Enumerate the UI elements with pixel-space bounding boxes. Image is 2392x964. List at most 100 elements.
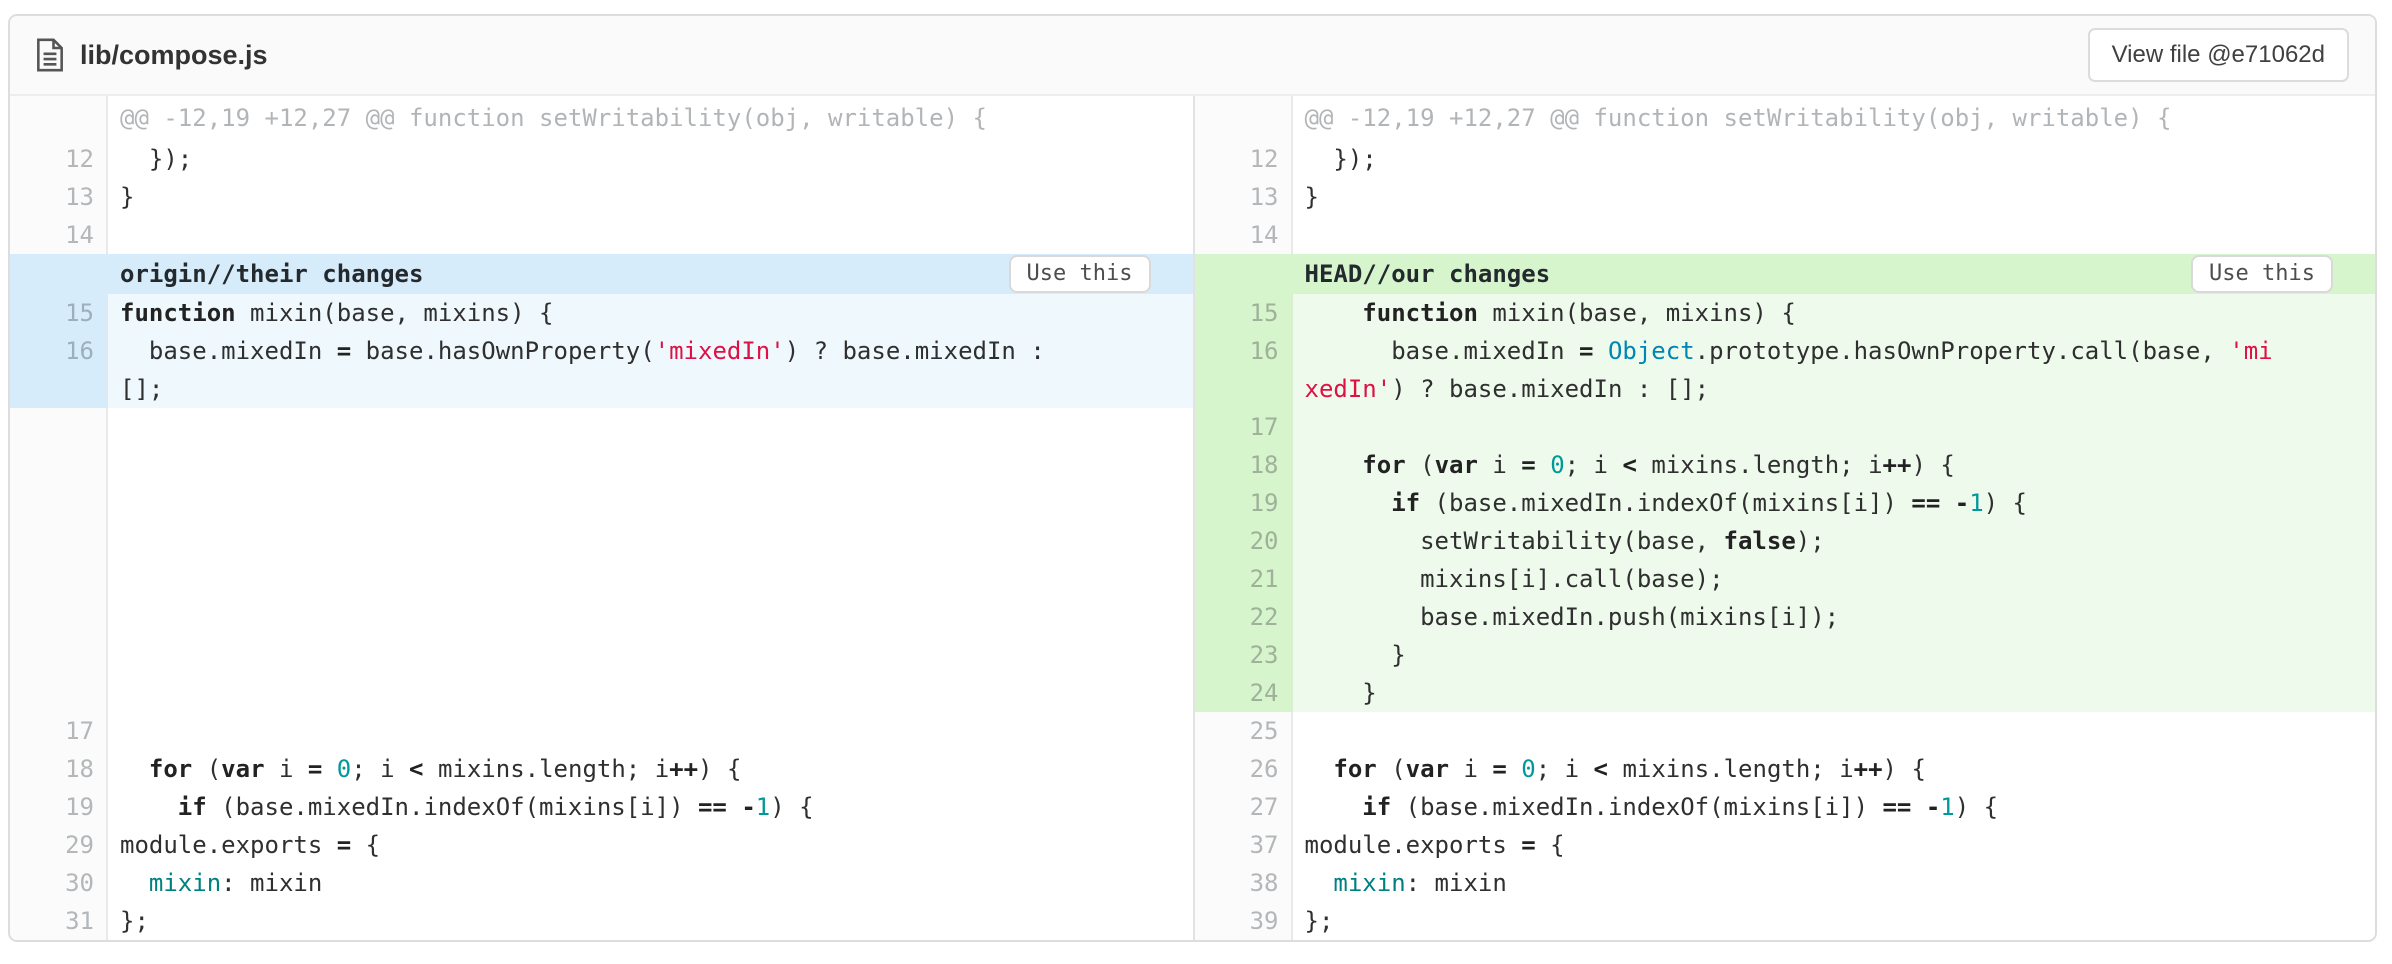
line-code: mixin: mixin xyxy=(108,864,1193,902)
diff-line-row: 29module.exports = { xyxy=(10,826,1193,864)
diff-line-row: 20 setWritability(base, false); xyxy=(1195,522,2376,560)
conflict-header-ours: HEAD//our changes Use this xyxy=(1195,254,2376,294)
file-diff-card: lib/compose.js View file @e71062d @@ -12… xyxy=(8,14,2377,942)
hunk-header-text: @@ -12,19 +12,27 @@ function setWritabil… xyxy=(1293,96,2376,140)
diff-line-row: 18 for (var i = 0; i < mixins.length; i+… xyxy=(10,750,1193,788)
diff-line-row: 17 xyxy=(1195,408,2376,446)
diff-line-row: 15function mixin(base, mixins) { xyxy=(10,294,1193,332)
line-number: 39 xyxy=(1195,902,1293,940)
diff-line-row: 19 if (base.mixedIn.indexOf(mixins[i]) =… xyxy=(10,788,1193,826)
diff-line-row: 31}; xyxy=(10,902,1193,940)
line-code: module.exports = { xyxy=(1293,826,2376,864)
line-number: 16 xyxy=(10,332,108,408)
line-number: 14 xyxy=(10,216,108,254)
line-code: setWritability(base, false); xyxy=(1293,522,2376,560)
line-number: 16 xyxy=(1195,332,1293,408)
conflict-label: origin//their changes xyxy=(120,260,423,288)
diff-line-row: 13} xyxy=(10,178,1193,216)
line-number: 13 xyxy=(10,178,108,216)
line-number: 31 xyxy=(10,902,108,940)
file-text-icon xyxy=(36,38,64,72)
use-this-button-theirs[interactable]: Use this xyxy=(1009,255,1151,293)
line-number: 19 xyxy=(10,788,108,826)
line-code: base.mixedIn = base.hasOwnProperty('mixe… xyxy=(108,332,1193,408)
line-code: base.mixedIn = Object.prototype.hasOwnPr… xyxy=(1293,332,2376,408)
line-number: 14 xyxy=(1195,216,1293,254)
diff-line-row: 25 xyxy=(1195,712,2376,750)
diff-line-row: 30 mixin: mixin xyxy=(10,864,1193,902)
line-code: if (base.mixedIn.indexOf(mixins[i]) == -… xyxy=(1293,484,2376,522)
diff-line-row: 37module.exports = { xyxy=(1195,826,2376,864)
line-code: } xyxy=(1293,636,2376,674)
diff-line-row: 18 for (var i = 0; i < mixins.length; i+… xyxy=(1195,446,2376,484)
line-code: }); xyxy=(1293,140,2376,178)
line-code xyxy=(1293,216,2376,254)
line-number: 27 xyxy=(1195,788,1293,826)
line-number: 17 xyxy=(10,712,108,750)
line-code: for (var i = 0; i < mixins.length; i++) … xyxy=(108,750,1193,788)
line-code: }; xyxy=(108,902,1193,940)
line-number: 38 xyxy=(1195,864,1293,902)
line-code: mixin: mixin xyxy=(1293,864,2376,902)
line-number: 12 xyxy=(10,140,108,178)
diff-line-row: 15 function mixin(base, mixins) { xyxy=(1195,294,2376,332)
line-code xyxy=(108,408,1193,712)
line-number: 30 xyxy=(10,864,108,902)
diff-line-row: 16 base.mixedIn = Object.prototype.hasOw… xyxy=(1195,332,2376,408)
diff-line-row: 38 mixin: mixin xyxy=(1195,864,2376,902)
view-file-button[interactable]: View file @e71062d xyxy=(2088,28,2349,82)
hunk-header-row: @@ -12,19 +12,27 @@ function setWritabil… xyxy=(10,96,1193,140)
line-number: 26 xyxy=(1195,750,1293,788)
line-number: 25 xyxy=(1195,712,1293,750)
line-number: 15 xyxy=(10,294,108,332)
line-number: 12 xyxy=(1195,140,1293,178)
line-code: if (base.mixedIn.indexOf(mixins[i]) == -… xyxy=(108,788,1193,826)
line-code xyxy=(108,216,1193,254)
file-header: lib/compose.js View file @e71062d xyxy=(10,16,2375,96)
line-code: base.mixedIn.push(mixins[i]); xyxy=(1293,598,2376,636)
diff-line-row: 26 for (var i = 0; i < mixins.length; i+… xyxy=(1195,750,2376,788)
hunk-header-text: @@ -12,19 +12,27 @@ function setWritabil… xyxy=(108,96,1193,140)
diff-line-row: 39}; xyxy=(1195,902,2376,940)
line-code: function mixin(base, mixins) { xyxy=(1293,294,2376,332)
line-number xyxy=(10,96,108,140)
line-number: 22 xyxy=(1195,598,1293,636)
line-number: 29 xyxy=(10,826,108,864)
diff-line-row: 19 if (base.mixedIn.indexOf(mixins[i]) =… xyxy=(1195,484,2376,522)
line-code: for (var i = 0; i < mixins.length; i++) … xyxy=(1293,446,2376,484)
diff-line-row: 21 mixins[i].call(base); xyxy=(1195,560,2376,598)
line-number: 13 xyxy=(1195,178,1293,216)
hunk-header-row: @@ -12,19 +12,27 @@ function setWritabil… xyxy=(1195,96,2376,140)
line-number: 17 xyxy=(1195,408,1293,446)
line-number: 37 xyxy=(1195,826,1293,864)
diff-line-row: 27 if (base.mixedIn.indexOf(mixins[i]) =… xyxy=(1195,788,2376,826)
conflict-label: HEAD//our changes xyxy=(1305,260,1551,288)
line-code xyxy=(1293,408,2376,446)
line-code: mixins[i].call(base); xyxy=(1293,560,2376,598)
diff-line-row: 12 }); xyxy=(10,140,1193,178)
diff-line-row: 17 xyxy=(10,712,1193,750)
filler-spacer xyxy=(10,408,1193,712)
line-number: 23 xyxy=(1195,636,1293,674)
diff-line-row: 14 xyxy=(10,216,1193,254)
line-number: 21 xyxy=(1195,560,1293,598)
line-number: 15 xyxy=(1195,294,1293,332)
line-code: } xyxy=(108,178,1193,216)
line-code xyxy=(1293,712,2376,750)
diff-line-row: 22 base.mixedIn.push(mixins[i]); xyxy=(1195,598,2376,636)
line-number: 18 xyxy=(10,750,108,788)
diff-line-row: 12 }); xyxy=(1195,140,2376,178)
line-code: module.exports = { xyxy=(108,826,1193,864)
line-number: 18 xyxy=(1195,446,1293,484)
split-diff: @@ -12,19 +12,27 @@ function setWritabil… xyxy=(10,96,2375,940)
line-code: }; xyxy=(1293,902,2376,940)
line-code: function mixin(base, mixins) { xyxy=(108,294,1193,332)
file-name: lib/compose.js xyxy=(80,40,268,71)
line-code: } xyxy=(1293,178,2376,216)
diff-line-row: 16 base.mixedIn = base.hasOwnProperty('m… xyxy=(10,332,1193,408)
pane-theirs: @@ -12,19 +12,27 @@ function setWritabil… xyxy=(10,96,1193,940)
line-code: for (var i = 0; i < mixins.length; i++) … xyxy=(1293,750,2376,788)
line-code xyxy=(108,712,1193,750)
line-number: 20 xyxy=(1195,522,1293,560)
use-this-button-ours[interactable]: Use this xyxy=(2191,255,2333,293)
